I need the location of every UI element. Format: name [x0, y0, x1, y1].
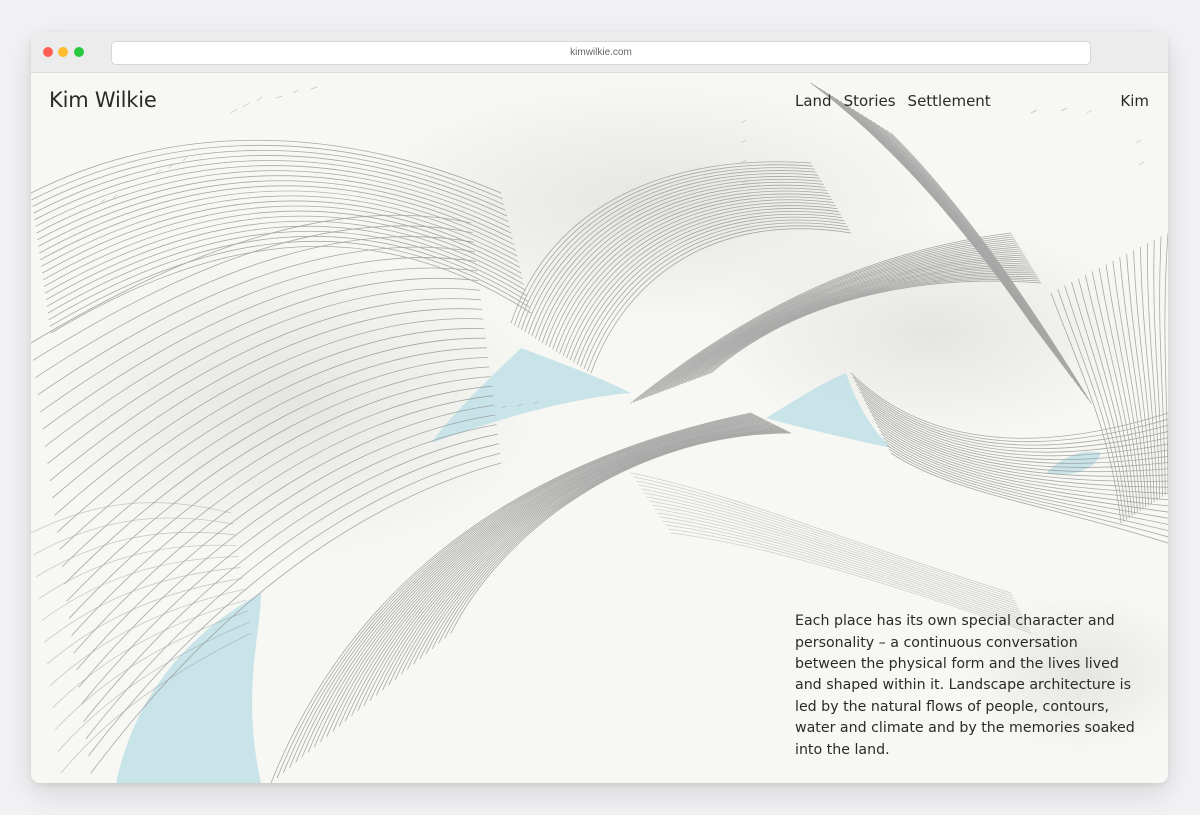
contour-line: [890, 452, 1168, 544]
close-window-icon[interactable]: [43, 47, 53, 57]
contour-line: [646, 496, 1020, 610]
nav-link-kim[interactable]: Kim: [1120, 92, 1149, 110]
browser-toolbar: kimwilkie.com: [31, 32, 1168, 73]
contour-line: [1159, 236, 1166, 496]
intro-paragraph: Each place has its own special character…: [795, 613, 1135, 758]
contour-line: [633, 476, 1013, 597]
contour-line: [643, 492, 1019, 607]
address-bar[interactable]: kimwilkie.com: [111, 41, 1091, 65]
contour-line: [662, 520, 1028, 626]
contour-line: [1164, 232, 1168, 494]
maximize-window-icon[interactable]: [74, 47, 84, 57]
primary-navigation: Land Stories Settlement: [795, 92, 991, 110]
minimize-window-icon[interactable]: [58, 47, 68, 57]
contour-line: [659, 516, 1027, 623]
webpage: Kim Wilkie Land Stories Settlement Kim E…: [31, 73, 1168, 783]
nav-link-land[interactable]: Land: [795, 92, 832, 110]
browser-window: kimwilkie.com Kim Wilkie Land Stories Se…: [31, 32, 1168, 783]
nav-link-settlement[interactable]: Settlement: [908, 92, 991, 110]
site-logo[interactable]: Kim Wilkie: [49, 88, 157, 112]
nav-link-stories[interactable]: Stories: [844, 92, 896, 110]
contour-line: [630, 472, 1012, 594]
contour-line: [635, 480, 1015, 599]
